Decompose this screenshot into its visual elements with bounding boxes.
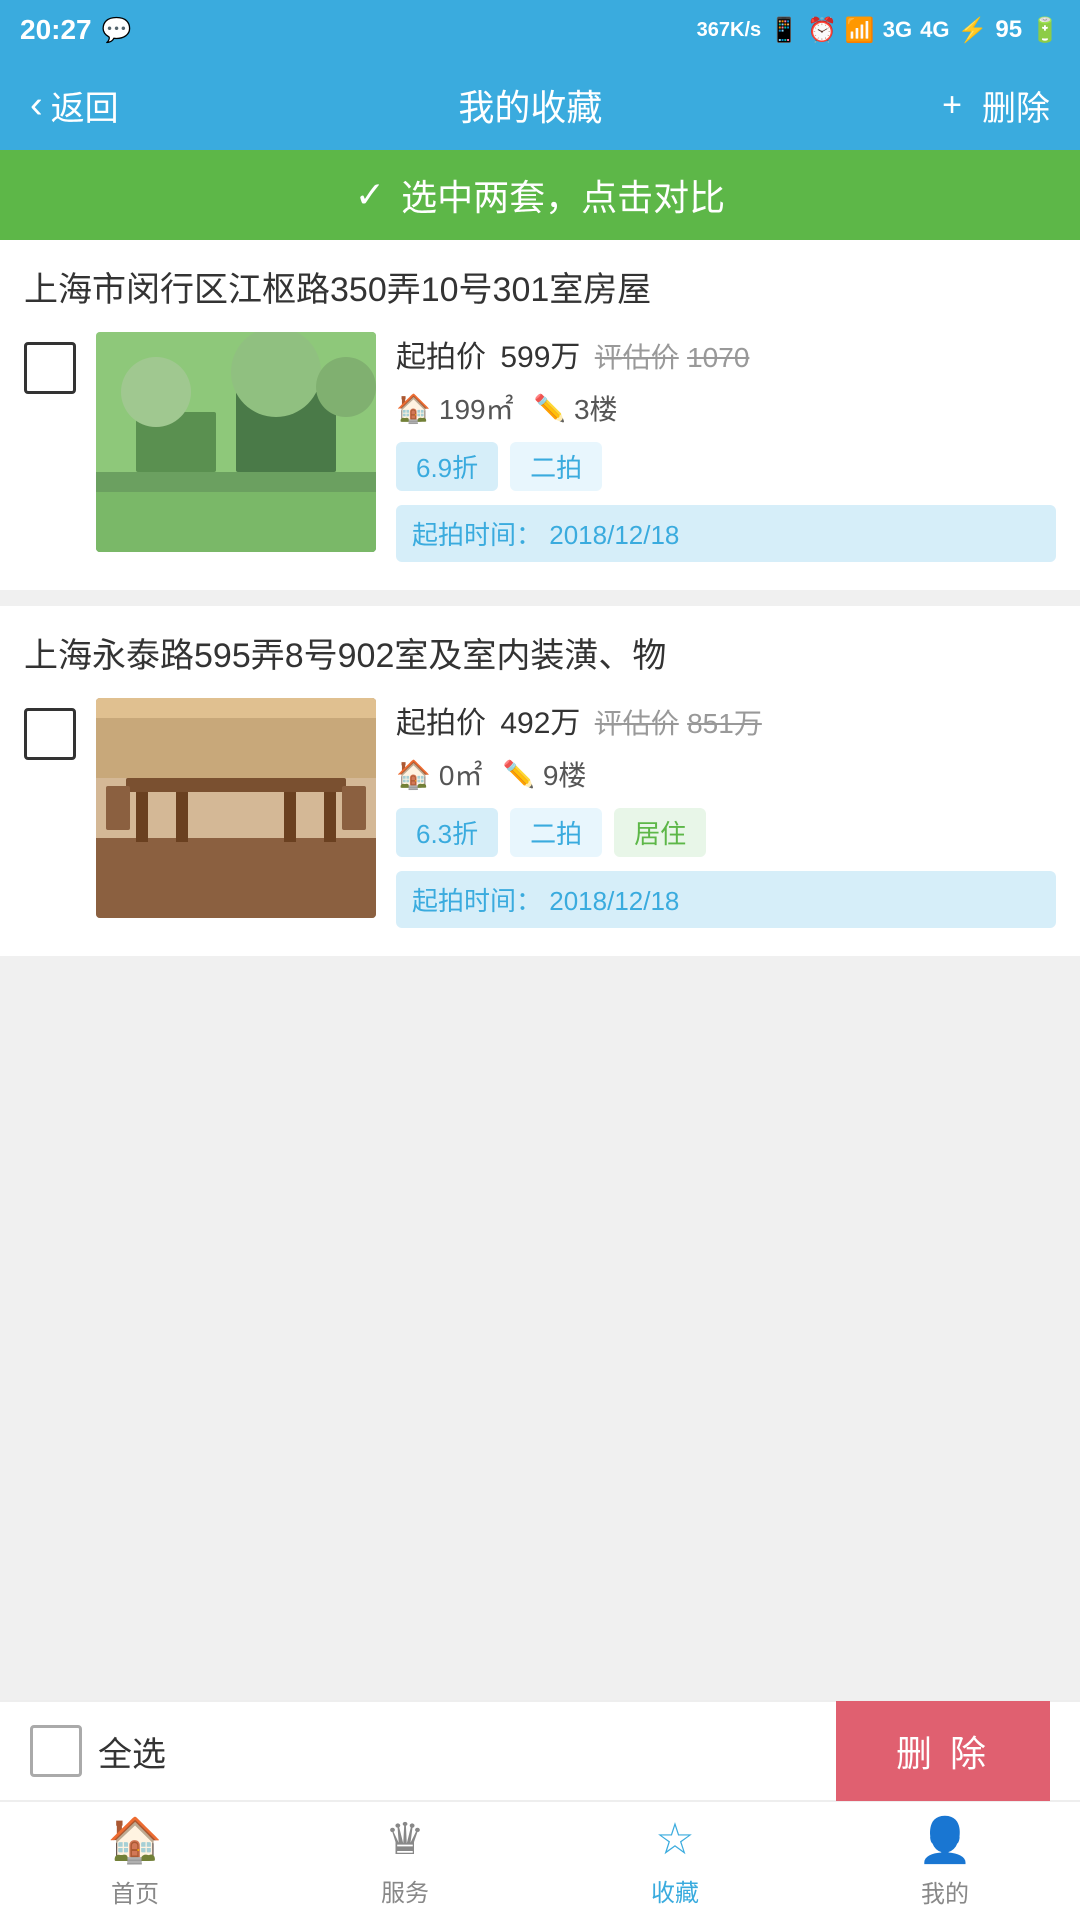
property-card: 上海市闵行区江枢路350弄10号301室房屋: [0, 240, 1080, 606]
delete-button[interactable]: 删 除: [836, 1701, 1050, 1801]
phone-icon: 📱: [769, 16, 799, 45]
auction-time-2: 起拍时间： 2018/12/18: [396, 871, 1056, 928]
house-area-icon-1: 🏠: [396, 392, 431, 425]
property-info-2: 起拍价 492万 评估价 851万 🏠 0㎡ ✏️ 9楼 6.: [396, 698, 1056, 928]
favorites-tab-label: 收藏: [651, 1873, 699, 1908]
select-all-label: 全选: [98, 1727, 166, 1776]
property-image-placeholder-2: [96, 698, 376, 918]
auction-time-label-2: 起拍时间：: [412, 886, 542, 916]
back-button[interactable]: ‹ 返回: [30, 81, 119, 130]
property-info-1: 起拍价 599万 评估价 1070 🏠 199㎡ ✏️ 3楼: [396, 332, 1056, 562]
property-image-2: [96, 698, 376, 918]
select-all-checkbox[interactable]: [30, 1725, 82, 1777]
nav-actions: + 删除: [942, 81, 1050, 130]
area-value-1: 199㎡: [439, 388, 514, 428]
details-row-2: 🏠 0㎡ ✏️ 9楼: [396, 754, 1056, 794]
property-image-1: [96, 332, 376, 552]
area-value-2: 0㎡: [439, 754, 483, 794]
compare-label: 选中两套，点击对比: [401, 169, 725, 221]
floor-detail-2: ✏️ 9楼: [502, 754, 586, 794]
message-icon: 💬: [102, 16, 132, 45]
details-row-1: 🏠 199㎡ ✏️ 3楼: [396, 388, 1056, 428]
status-bar: 20:27 💬 367K/s 📱 ⏰ 📶 3G 4G ⚡ 95 🔋: [0, 0, 1080, 60]
estimate-label-2: 评估价: [595, 708, 679, 739]
auction-time-value-1: 2018/12/18: [549, 520, 679, 550]
tag-discount-2: 6.3折: [396, 808, 498, 857]
nav-title: 我的收藏: [458, 79, 602, 131]
price-row-2: 起拍价 492万 评估价 851万: [396, 698, 1056, 742]
compare-banner[interactable]: ✓ 选中两套，点击对比: [0, 150, 1080, 240]
signal-4g-icon: 4G: [920, 17, 949, 43]
signal-3g-icon: 3G: [883, 17, 912, 43]
check-icon: ✓: [355, 174, 385, 216]
clock-icon: ⏰: [807, 16, 837, 45]
charging-icon: ⚡: [958, 16, 988, 45]
battery-level: 95: [995, 16, 1022, 44]
favorites-tab-icon: ☆: [655, 1814, 694, 1865]
empty-area: [0, 972, 1080, 1312]
select-all-left: 全选: [30, 1725, 166, 1777]
battery-icon: 🔋: [1030, 16, 1060, 45]
price-row-1: 起拍价 599万 评估价 1070: [396, 332, 1056, 376]
tab-favorites[interactable]: ☆ 收藏: [540, 1814, 810, 1908]
wifi-icon: 📶: [845, 16, 875, 45]
area-detail-1: 🏠 199㎡: [396, 388, 514, 428]
property-body: 起拍价 599万 评估价 1070 🏠 199㎡ ✏️ 3楼: [24, 332, 1056, 562]
mine-tab-label: 我的: [921, 1874, 969, 1909]
property-image-placeholder-1: [96, 332, 376, 552]
nav-delete-button[interactable]: 删除: [982, 81, 1050, 130]
tab-home[interactable]: 🏠 首页: [0, 1814, 270, 1909]
estimate-value-1: 1070: [687, 342, 749, 373]
service-tab-label: 服务: [381, 1873, 429, 1908]
tags-row-2: 6.3折 二拍 居住: [396, 808, 1056, 857]
property-card-2: 上海永泰路595弄8号902室及室内装潢、物: [0, 606, 1080, 972]
back-chevron-icon: ‹: [30, 84, 43, 127]
network-speed: 367K/s: [697, 19, 762, 42]
house-area-icon-2: 🏠: [396, 758, 431, 791]
tags-row-1: 6.9折 二拍: [396, 442, 1056, 491]
back-label: 返回: [51, 81, 119, 130]
add-button[interactable]: +: [942, 86, 962, 125]
pencil-icon-2: ✏️: [502, 759, 534, 790]
tag-auction-2: 二拍: [510, 808, 602, 857]
auction-time-label-1: 起拍时间：: [412, 520, 542, 550]
tag-type-2: 居住: [614, 808, 706, 857]
property-title-2: 上海永泰路595弄8号902室及室内装潢、物: [24, 634, 1056, 678]
auction-time-1: 起拍时间： 2018/12/18: [396, 505, 1056, 562]
select-all-bar: 全选 删 除: [0, 1700, 1080, 1800]
floor-value-2: 9楼: [543, 754, 587, 794]
start-bid-label-1: 起拍价: [396, 341, 486, 374]
nav-bar: ‹ 返回 我的收藏 + 删除: [0, 60, 1080, 150]
mine-tab-icon: 👤: [918, 1814, 973, 1866]
area-detail-2: 🏠 0㎡: [396, 754, 482, 794]
start-bid-value-1: 599万: [500, 341, 580, 374]
tag-discount-1: 6.9折: [396, 442, 498, 491]
tab-mine[interactable]: 👤 我的: [810, 1814, 1080, 1909]
status-time: 20:27: [20, 14, 92, 46]
tab-service[interactable]: ♛ 服务: [270, 1814, 540, 1908]
floor-detail-1: ✏️ 3楼: [534, 388, 618, 428]
floor-value-1: 3楼: [574, 388, 618, 428]
tab-bar: 🏠 首页 ♛ 服务 ☆ 收藏 👤 我的: [0, 1800, 1080, 1920]
estimate-value-2: 851万: [687, 708, 762, 739]
estimate-label-1: 评估价: [595, 342, 679, 373]
home-tab-icon: 🏠: [108, 1814, 163, 1866]
start-bid-value-2: 492万: [500, 707, 580, 740]
select-checkbox-1[interactable]: [24, 342, 76, 394]
select-checkbox-2[interactable]: [24, 708, 76, 760]
property-body-2: 起拍价 492万 评估价 851万 🏠 0㎡ ✏️ 9楼 6.: [24, 698, 1056, 928]
property-title: 上海市闵行区江枢路350弄10号301室房屋: [24, 268, 1056, 312]
pencil-icon-1: ✏️: [534, 393, 566, 424]
home-tab-label: 首页: [111, 1874, 159, 1909]
bottom-bar: 全选 删 除 🏠 首页 ♛ 服务 ☆ 收藏 👤 我的: [0, 1700, 1080, 1920]
tag-auction-1: 二拍: [510, 442, 602, 491]
auction-time-value-2: 2018/12/18: [549, 886, 679, 916]
service-tab-icon: ♛: [385, 1814, 424, 1865]
start-bid-label-2: 起拍价: [396, 707, 486, 740]
content-area: 上海市闵行区江枢路350弄10号301室房屋: [0, 240, 1080, 972]
